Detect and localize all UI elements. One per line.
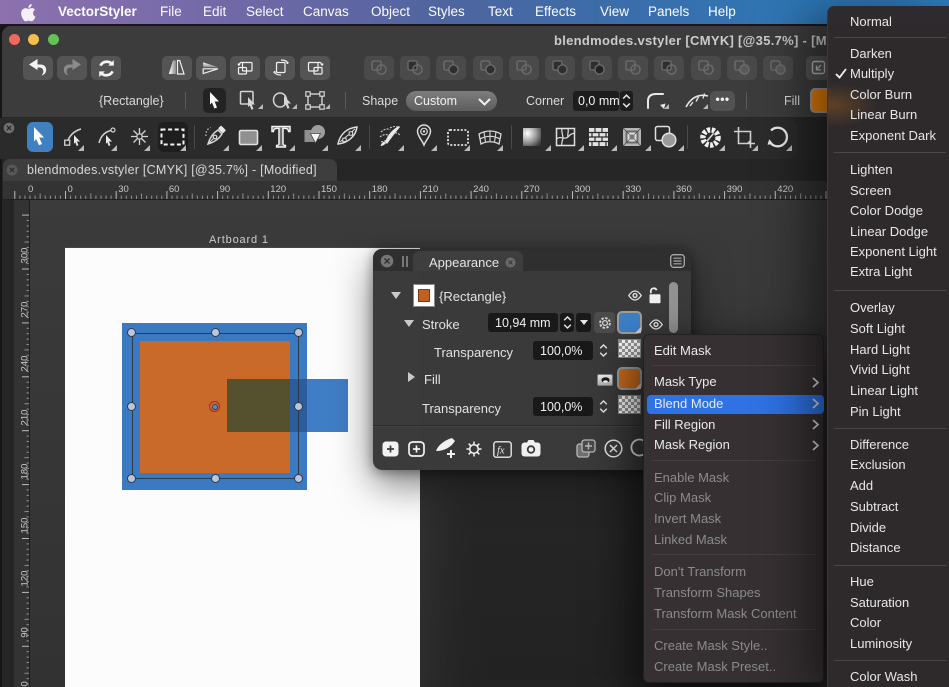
svg-text:fx: fx bbox=[497, 445, 505, 456]
